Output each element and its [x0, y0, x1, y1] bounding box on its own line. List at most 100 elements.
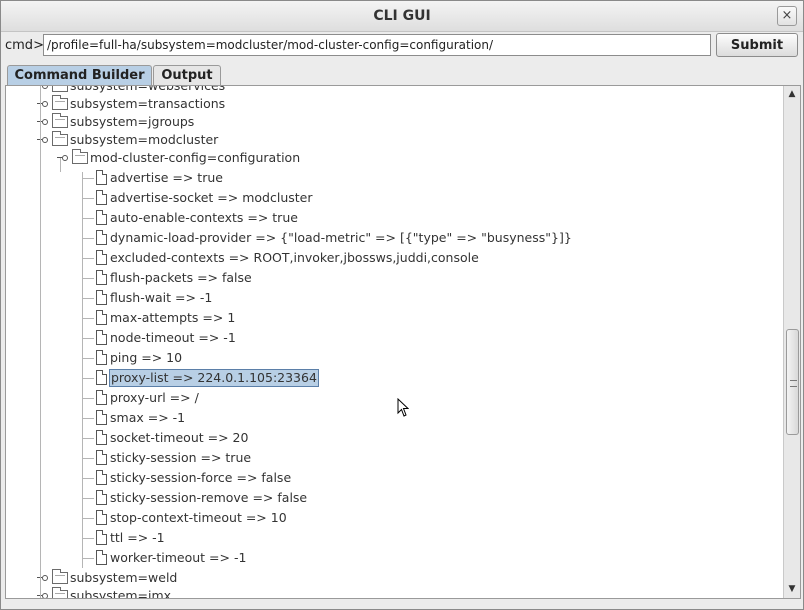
scroll-up-icon[interactable]: ▲ [787, 89, 797, 99]
tree-node-label: proxy-url => / [110, 390, 199, 405]
tree-connector [82, 318, 94, 319]
tree-connector [82, 498, 94, 499]
tree-leaf-node[interactable]: flush-wait => -1 [6, 288, 783, 308]
file-icon [96, 470, 107, 485]
tree-leaf-node[interactable]: smax => -1 [6, 408, 783, 428]
tree-node-label: subsystem=weld [70, 570, 178, 585]
expand-toggle-icon[interactable] [36, 573, 48, 583]
command-input[interactable] [43, 34, 711, 56]
file-icon [96, 170, 107, 185]
file-icon [96, 290, 107, 305]
file-icon [96, 390, 107, 405]
tree-leaf-node[interactable]: advertise => true [6, 168, 783, 188]
scroll-down-icon[interactable]: ▼ [787, 584, 797, 594]
tree-node-label: dynamic-load-provider => {"load-metric" … [110, 230, 572, 245]
file-icon [96, 450, 107, 465]
file-icon [96, 210, 107, 225]
tree-leaf-node[interactable]: worker-timeout => -1 [6, 548, 783, 568]
folder-icon [52, 113, 68, 128]
tree-leaf-node[interactable]: ping => 10 [6, 348, 783, 368]
tree-leaf-node[interactable]: socket-timeout => 20 [6, 428, 783, 448]
file-icon [96, 550, 107, 565]
tree-connector [82, 398, 94, 399]
tree-leaf-node[interactable]: max-attempts => 1 [6, 308, 783, 328]
file-icon [96, 430, 107, 445]
tree-connector [82, 558, 94, 559]
vertical-scrollbar[interactable]: ▲ ▼ [783, 86, 800, 598]
tree-root-connector [40, 86, 41, 598]
file-icon [96, 310, 107, 325]
tree-folder-node[interactable]: subsystem=weld [6, 568, 783, 588]
tree-node-label: stop-context-timeout => 10 [110, 510, 287, 525]
title-bar[interactable]: CLI GUI × [1, 1, 803, 32]
tree-leaf-node[interactable]: auto-enable-contexts => true [6, 208, 783, 228]
tree-folder-node[interactable]: subsystem=jmx [6, 586, 783, 598]
tree-leaf-node[interactable]: flush-packets => false [6, 268, 783, 288]
tree-folder-node[interactable]: mod-cluster-config=configuration [6, 148, 783, 168]
tree-node-label: max-attempts => 1 [110, 310, 236, 325]
tree-node-label: advertise-socket => modcluster [110, 190, 313, 205]
folder-icon [52, 95, 68, 110]
expand-toggle-icon[interactable] [36, 135, 48, 145]
tab-output[interactable]: Output [153, 65, 221, 85]
folder-icon [52, 587, 68, 598]
file-icon [96, 490, 107, 505]
close-icon[interactable]: × [777, 6, 797, 26]
command-builder-panel: subsystem=webservices subsystem=transacti… [5, 85, 801, 599]
tree-viewport: subsystem=webservices subsystem=transacti… [6, 86, 783, 598]
tree-connector [82, 218, 94, 219]
tree-folder-node[interactable]: subsystem=modcluster [6, 130, 783, 150]
file-icon [96, 250, 107, 265]
expand-toggle-icon[interactable] [36, 86, 48, 91]
tree-node-label: sticky-session => true [110, 450, 252, 465]
tab-command-builder[interactable]: Command Builder [7, 65, 152, 85]
tree-leaf-connector [82, 172, 83, 568]
file-icon [96, 350, 107, 365]
tree-connector [82, 478, 94, 479]
tree-node-label: excluded-contexts => ROOT,invoker,jbossw… [110, 250, 479, 265]
tree-folder-node[interactable]: subsystem=transactions [6, 94, 783, 114]
file-icon [96, 410, 107, 425]
file-icon [96, 510, 107, 525]
tree-connector [82, 178, 94, 179]
file-icon [96, 190, 107, 205]
tree-node-label: flush-wait => -1 [110, 290, 213, 305]
tree-leaf-node[interactable]: sticky-session-remove => false [6, 488, 783, 508]
tree-connector [82, 438, 94, 439]
tree-node-label: node-timeout => -1 [110, 330, 236, 345]
tree-connector [82, 338, 94, 339]
expand-toggle-icon[interactable] [36, 99, 48, 109]
tree-leaf-node[interactable]: sticky-session-force => false [6, 468, 783, 488]
tree-connector [82, 518, 94, 519]
tree-node-label: subsystem=webservices [69, 86, 226, 94]
tree-node-label: ping => 10 [110, 350, 183, 365]
expand-toggle-icon[interactable] [36, 591, 48, 598]
tree-node-label: sticky-session-force => false [110, 470, 292, 485]
tree-leaf-node[interactable]: stop-context-timeout => 10 [6, 508, 783, 528]
tree-node-label: proxy-list => 224.0.1.105:23364 [109, 369, 319, 387]
tree-connector [82, 278, 94, 279]
file-icon [96, 530, 107, 545]
tree-connector [82, 298, 94, 299]
tree-leaf-node[interactable]: sticky-session => true [6, 448, 783, 468]
tree-connector [82, 378, 94, 379]
tree-leaf-node[interactable]: proxy-url => / [6, 388, 783, 408]
tree-leaf-node[interactable]: advertise-socket => modcluster [6, 188, 783, 208]
expand-toggle-icon[interactable] [56, 153, 68, 163]
submit-button[interactable]: Submit [716, 33, 798, 57]
scrollbar-thumb[interactable] [786, 329, 799, 435]
tree-leaf-node[interactable]: dynamic-load-provider => {"load-metric" … [6, 228, 783, 248]
tree-folder-node[interactable]: subsystem=jgroups [6, 112, 783, 132]
tree-node-label: worker-timeout => -1 [110, 550, 247, 565]
tree-node-label: auto-enable-contexts => true [110, 210, 298, 225]
tree-leaf-node[interactable]: ttl => -1 [6, 528, 783, 548]
tree-leaf-node[interactable]: node-timeout => -1 [6, 328, 783, 348]
tree-connector [82, 458, 94, 459]
tree-node-label: subsystem=jmx [70, 588, 172, 598]
tree-node-label: subsystem=transactions [70, 96, 226, 111]
file-icon [96, 330, 107, 345]
tree-leaf-node[interactable]: excluded-contexts => ROOT,invoker,jbossw… [6, 248, 783, 268]
tree-leaf-node[interactable]: proxy-list => 224.0.1.105:23364 [6, 368, 783, 388]
expand-toggle-icon[interactable] [36, 117, 48, 127]
tree-node-label: sticky-session-remove => false [110, 490, 308, 505]
